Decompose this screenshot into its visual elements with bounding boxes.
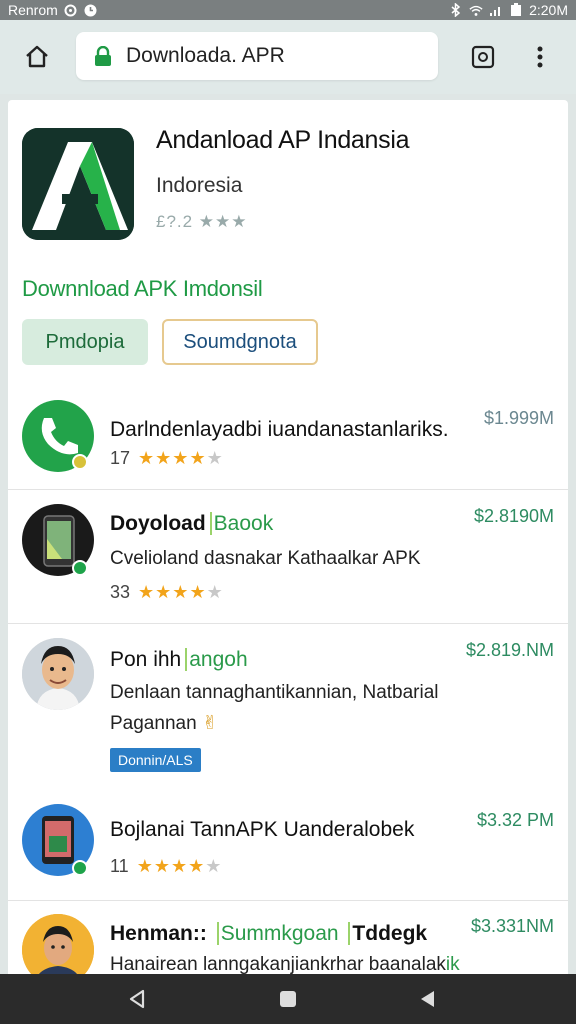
status-dot-icon <box>72 560 88 576</box>
title-suffix: Tddegk <box>348 922 428 945</box>
signal-icon <box>489 3 503 17</box>
tabs-icon <box>471 45 495 69</box>
person-avatar <box>22 638 94 710</box>
url-text: Downloada. APR <box>126 44 285 67</box>
item-title: Darlndenlayadbi iuandanastanlariks. <box>110 418 449 441</box>
item-price: $3.331NM <box>470 916 554 936</box>
person-avatar <box>22 914 94 974</box>
home-square-icon <box>280 991 296 1007</box>
item-rating: 11 ★★★★★ <box>110 856 222 877</box>
rating-count: 33 <box>110 582 131 602</box>
category-tag[interactable]: Donnin/ALS <box>110 748 201 772</box>
app-title: Andanload AP Indansia <box>156 126 410 154</box>
app-logo-icon <box>22 128 134 240</box>
divider <box>8 489 568 490</box>
url-bar[interactable]: Downloada. APR <box>76 32 438 80</box>
status-dot-icon <box>72 454 88 470</box>
app-subtitle: Indoresia <box>156 174 243 197</box>
rating-stars-icon: ★★★★★ <box>138 582 224 602</box>
item-price: $2.819.NM <box>465 640 554 660</box>
item-price: $3.32 PM <box>476 810 554 830</box>
lock-icon <box>95 46 111 66</box>
recent-apps-button[interactable] <box>414 986 440 1012</box>
home-nav-button[interactable] <box>275 986 301 1012</box>
divider <box>8 900 568 901</box>
item-description: Hanairean lanngakanjiankrhar baanalakik <box>110 954 460 974</box>
more-vert-icon <box>537 46 543 68</box>
app-rating: £?.2 ★★★ <box>156 212 248 231</box>
item-description: Cvelioland dasnakar Kathaalkar APK <box>110 548 421 569</box>
wifi-icon <box>469 3 483 17</box>
secondary-button[interactable]: Soumdgnota <box>162 319 318 365</box>
list-item[interactable]: Darlndenlayadbi iuandanastanlariks. $1.9… <box>8 400 568 490</box>
back-triangle-icon <box>129 989 145 1009</box>
item-rating: 17 ★★★★★ <box>110 448 224 469</box>
status-time: 2:20M <box>529 2 568 18</box>
item-price: $1.999M <box>483 408 554 428</box>
item-description: Denlaan tannaghantikannian, Natbarial <box>110 682 439 703</box>
list-item[interactable]: Pon ihh angoh $2.819.NM Denlaan tannaghan… <box>8 636 568 776</box>
list-item[interactable]: Bojlanai TannAPK Uanderalobek $3.32 PM 1… <box>8 800 568 900</box>
back-button[interactable] <box>124 986 150 1012</box>
item-rating: 33 ★★★★★ <box>110 582 224 603</box>
home-button[interactable] <box>20 40 54 74</box>
title-highlight: Summkgoan <box>216 922 339 945</box>
carrier-label: Renrom <box>8 2 58 18</box>
rating-stars-icon: ★★★★★ <box>136 856 223 876</box>
list-item[interactable]: Doyoload Baook $2.8190M Cvelioland dasnak… <box>8 500 568 620</box>
primary-button[interactable]: Pmdopia <box>22 319 148 365</box>
status-bar: Renrom 2:20M <box>0 0 576 20</box>
item-title: Bojlanai TannAPK Uanderalobek <box>110 818 415 841</box>
browser-toolbar: Downloada. APR <box>0 20 576 94</box>
sync-icon <box>64 3 78 17</box>
rating-count: 11 <box>110 856 129 876</box>
divider <box>8 623 568 624</box>
item-price: $2.8190M <box>473 506 554 526</box>
system-nav-bar <box>0 974 576 1024</box>
rating-stars-icon: ★★★★★ <box>138 448 224 468</box>
list-item[interactable]: Henman:: Summkgoan Tddegk $3.331NM Hanai… <box>8 910 568 974</box>
status-dot-icon <box>72 860 88 876</box>
title-highlight: angoh <box>185 648 248 671</box>
item-description-2: Pagannan ✌ <box>110 713 218 734</box>
description-highlight: ik <box>445 954 460 974</box>
rating-count: 17 <box>110 448 131 468</box>
home-icon <box>26 45 48 68</box>
item-title: Henman:: Summkgoan Tddegk <box>110 922 428 945</box>
clock-icon <box>84 3 98 17</box>
title-highlight: Baook <box>209 512 274 535</box>
download-link[interactable]: Downnload APK Imdonsil <box>22 276 263 302</box>
back-filled-icon <box>421 991 434 1007</box>
web-page: Andanload AP Indansia Indoresia £?.2 ★★★… <box>8 100 568 974</box>
item-title: Doyoload Baook <box>110 512 274 535</box>
bluetooth-icon <box>449 3 463 17</box>
overflow-menu-button[interactable] <box>528 42 552 72</box>
emoji-icon: ✌ <box>201 713 218 734</box>
item-title: Pon ihh angoh <box>110 648 248 671</box>
tabs-button[interactable] <box>468 42 498 72</box>
battery-icon <box>509 3 523 17</box>
